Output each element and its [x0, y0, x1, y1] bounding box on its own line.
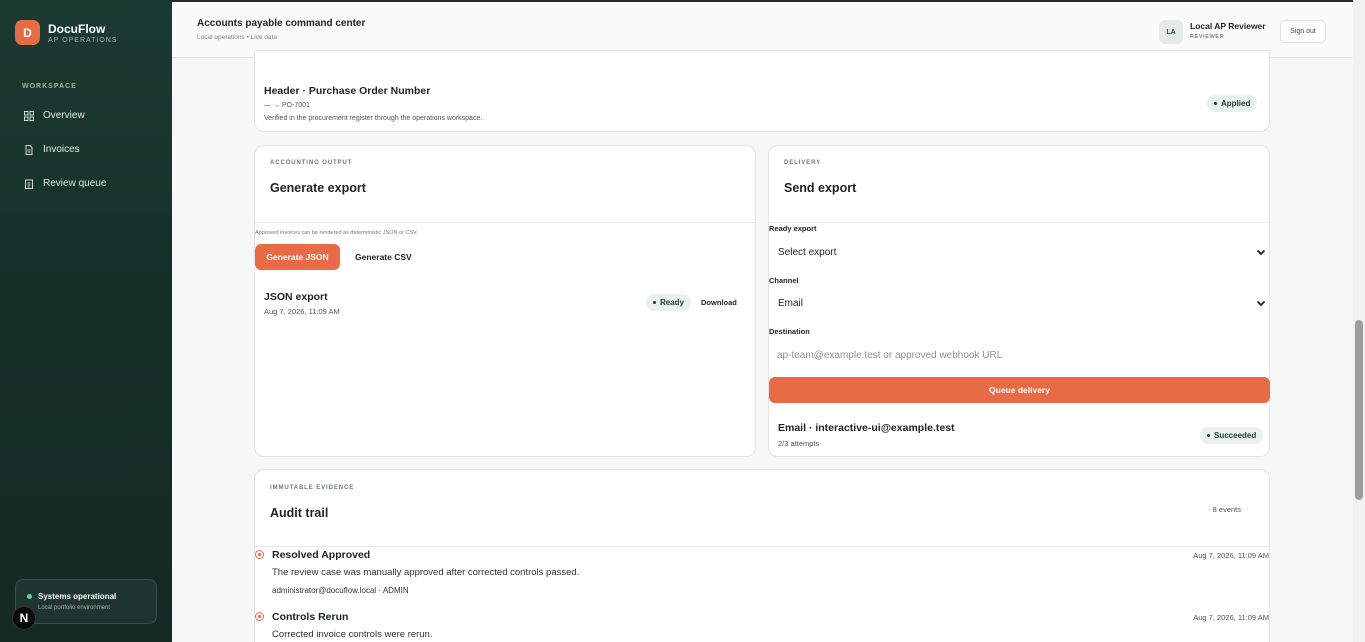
- clipboard-icon: [25, 179, 33, 189]
- sidebar-item-review-queue[interactable]: Review queue: [24, 178, 106, 189]
- status-badge: Applied: [1207, 95, 1258, 112]
- divider: [255, 222, 755, 223]
- brand-subtitle: AP OPERATIONS: [48, 36, 118, 44]
- export-name: JSON export: [264, 291, 328, 303]
- event-actor: administrator@docuflow.local · ADMIN: [272, 586, 409, 595]
- sidebar-item-label: Invoices: [43, 144, 80, 155]
- delivery-title: Email · interactive-ui@example.test: [778, 422, 955, 434]
- event-marker-icon: [255, 550, 264, 559]
- event-title: Resolved Approved: [272, 549, 371, 561]
- generate-csv-button[interactable]: Generate CSV: [355, 252, 412, 262]
- ready-export-select[interactable]: Select export: [769, 241, 1270, 263]
- download-button[interactable]: Download: [701, 298, 737, 307]
- export-hint: Approved invoices can be rendered as det…: [255, 230, 418, 236]
- status-subtitle: Local portfolio environment: [38, 605, 111, 611]
- event-time: Aug 7, 2026, 11:09 AM: [1193, 613, 1269, 622]
- card-eyebrow: ACCOUNTING OUTPUT: [270, 160, 353, 166]
- brand-logo: D: [15, 20, 40, 45]
- brand-name: DocuFlow: [48, 21, 106, 36]
- card-title: Send export: [784, 181, 857, 195]
- status-badge: Ready: [646, 294, 692, 311]
- generate-json-button[interactable]: Generate JSON: [255, 244, 340, 270]
- status-badge: Succeeded: [1200, 427, 1264, 444]
- channel-select[interactable]: Email: [769, 292, 1270, 314]
- status-title: Systems operational: [38, 592, 117, 601]
- scrollbar-thumb[interactable]: [1355, 320, 1363, 500]
- sidebar-item-overview[interactable]: Overview: [24, 110, 85, 121]
- delivery-attempts: 2/3 attempts: [778, 439, 820, 448]
- export-date: Aug 7, 2026, 11:09 AM: [264, 307, 340, 316]
- page-title: Accounts payable command center: [197, 18, 366, 29]
- chevron-down-icon: [1256, 300, 1266, 307]
- status-dot-icon: [27, 594, 32, 599]
- sign-out-button[interactable]: Sign out: [1280, 20, 1326, 43]
- field-correction-card: Header · Purchase Order Number — → PO-70…: [254, 50, 1270, 132]
- sidebar: D DocuFlow AP OPERATIONS WORKSPACE Overv…: [0, 0, 172, 642]
- destination-input[interactable]: ap-team@example.test or approved webhook…: [769, 344, 1270, 366]
- field-correction-title: Header · Purchase Order Number: [264, 85, 431, 97]
- event-description: The review case was manually approved af…: [272, 567, 580, 578]
- user-role: REVIEWER: [1190, 34, 1225, 40]
- card-title: Generate export: [270, 181, 366, 195]
- divider: [255, 546, 1269, 547]
- event-time: Aug 7, 2026, 11:09 AM: [1193, 551, 1269, 560]
- field-correction-change: — → PO-7001: [264, 102, 310, 109]
- nextjs-dev-badge[interactable]: N: [12, 606, 36, 630]
- system-status-card: Systems operational Local portfolio envi…: [15, 579, 157, 624]
- generate-export-card: ACCOUNTING OUTPUT Generate export Approv…: [254, 145, 756, 457]
- destination-label: Destination: [769, 327, 810, 336]
- queue-delivery-button[interactable]: Queue delivery: [769, 377, 1270, 403]
- card-eyebrow: DELIVERY: [784, 160, 821, 166]
- brand[interactable]: D DocuFlow AP OPERATIONS: [15, 20, 118, 45]
- event-description: Corrected invoice controls were rerun.: [272, 629, 433, 640]
- send-export-card: DELIVERY Send export Ready export Select…: [768, 145, 1270, 457]
- sidebar-item-label: Overview: [43, 110, 85, 121]
- document-icon: [25, 144, 33, 155]
- grid-icon: [24, 110, 34, 121]
- card-title: Audit trail: [270, 506, 329, 520]
- nav-section-label: WORKSPACE: [22, 83, 77, 90]
- page-subtitle: Local operations • Live data: [197, 34, 277, 41]
- select-value: Email: [778, 297, 804, 309]
- card-eyebrow: IMMUTABLE EVIDENCE: [270, 485, 355, 491]
- event-title: Controls Rerun: [272, 611, 349, 623]
- chevron-down-icon: [1256, 249, 1266, 256]
- event-count: 8 events: [1212, 505, 1241, 514]
- sidebar-item-invoices[interactable]: Invoices: [24, 144, 80, 155]
- select-value: Select export: [778, 246, 837, 258]
- sidebar-item-label: Review queue: [43, 178, 107, 189]
- ready-export-label: Ready export: [769, 224, 817, 233]
- audit-trail-card: IMMUTABLE EVIDENCE Audit trail 8 events …: [254, 469, 1270, 642]
- user-name: Local AP Reviewer: [1190, 21, 1266, 31]
- channel-label: Channel: [769, 276, 799, 285]
- avatar: LA: [1159, 20, 1183, 44]
- scrollbar[interactable]: [1353, 0, 1365, 642]
- field-correction-note: Verified in the procurement register thr…: [264, 115, 483, 122]
- event-marker-icon: [255, 612, 264, 621]
- divider: [769, 222, 1269, 223]
